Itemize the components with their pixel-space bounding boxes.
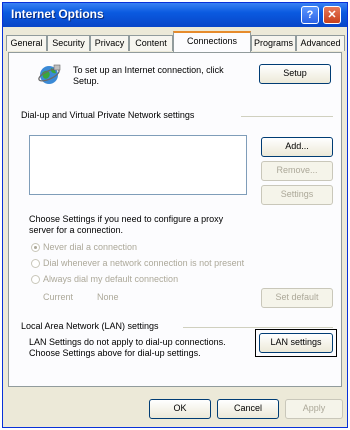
internet-connection-globe-icon (38, 64, 61, 84)
set-default-button[interactable]: Set default (261, 288, 333, 308)
ok-button[interactable]: OK (149, 399, 211, 419)
setup-description-line1: To set up an Internet connection, click (73, 65, 224, 75)
current-value: None (97, 292, 119, 302)
settings-button[interactable]: Settings (261, 185, 333, 205)
setup-button[interactable]: Setup (259, 64, 331, 84)
close-button[interactable]: ✕ (323, 6, 341, 24)
cancel-button[interactable]: Cancel (217, 399, 279, 419)
tab-programs[interactable]: Programs (251, 35, 296, 51)
help-button[interactable]: ? (301, 6, 319, 24)
radio-never-dial-label: Never dial a connection (43, 242, 138, 252)
tab-general[interactable]: General (6, 35, 47, 51)
apply-button[interactable]: Apply (285, 399, 343, 419)
lan-description: LAN Settings do not apply to dial-up con… (29, 337, 226, 359)
proxy-hint: Choose Settings if you need to configure… (29, 214, 223, 236)
lan-settings-button[interactable]: LAN settings (259, 333, 333, 353)
tab-content[interactable]: Content (129, 35, 173, 51)
lan-description-line2: Choose Settings above for dial-up settin… (29, 348, 201, 358)
proxy-hint-line2: server for a connection. (29, 225, 124, 235)
radio-dial-whenever[interactable] (31, 259, 40, 268)
tab-advanced[interactable]: Advanced (296, 35, 345, 51)
dialup-group-label: Dial-up and Virtual Private Network sett… (21, 110, 195, 120)
setup-description: To set up an Internet connection, click … (73, 65, 224, 87)
dialup-group-divider (241, 116, 333, 117)
tab-security[interactable]: Security (47, 35, 90, 51)
tab-privacy[interactable]: Privacy (90, 35, 129, 51)
add-button[interactable]: Add... (261, 137, 333, 157)
window-title: Internet Options (11, 7, 104, 21)
radio-always-dial[interactable] (31, 275, 40, 284)
internet-options-dialog: Internet Options ? ✕ General Security Pr… (2, 2, 348, 428)
remove-button[interactable]: Remove... (261, 161, 333, 181)
radio-never-dial[interactable] (31, 243, 40, 252)
tab-strip: General Security Privacy Content Connect… (3, 31, 347, 53)
lan-group-divider (183, 327, 333, 328)
lan-group-label: Local Area Network (LAN) settings (21, 321, 159, 331)
connections-listbox[interactable] (29, 135, 247, 195)
lan-description-line1: LAN Settings do not apply to dial-up con… (29, 337, 226, 347)
tab-connections[interactable]: Connections (173, 31, 251, 52)
radio-always-dial-label: Always dial my default connection (43, 274, 179, 284)
title-bar[interactable]: Internet Options ? ✕ (3, 3, 347, 27)
proxy-hint-line1: Choose Settings if you need to configure… (29, 214, 224, 224)
radio-dial-whenever-label: Dial whenever a network connection is no… (43, 258, 245, 268)
current-label: Current (43, 292, 74, 302)
setup-description-line2: Setup. (73, 76, 100, 86)
